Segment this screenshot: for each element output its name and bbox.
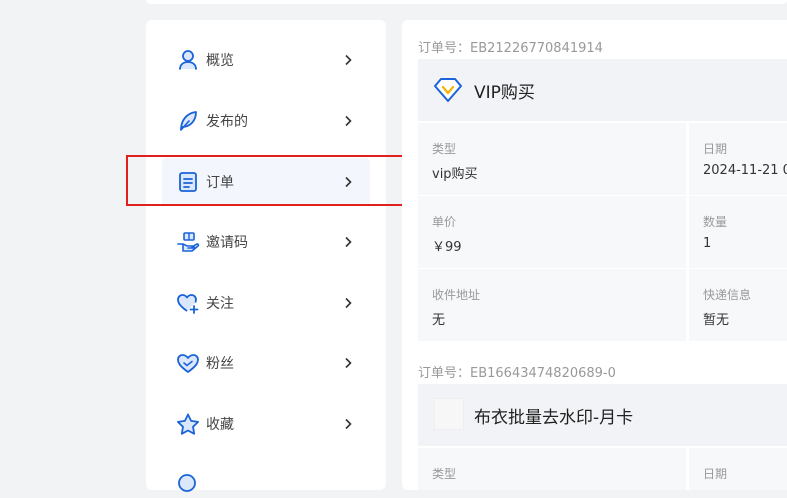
sidebar-item-label: 订单 [206, 175, 234, 191]
orders-panel: 订单号：EB21226770841914 VIP购买 类型 vip购买 日期 2… [402, 20, 787, 490]
field-value: 无 [432, 313, 446, 328]
field-value: 2024-11-21 0 [703, 163, 787, 178]
chevron-right-icon [342, 176, 354, 188]
sidebar-item-following[interactable]: 关注 [162, 279, 370, 327]
sidebar-item-label: 邀请码 [206, 235, 248, 251]
sidebar-item-label: 概览 [206, 53, 234, 69]
sidebar-item-label: 关注 [206, 296, 234, 312]
sidebar: 概览 发布的 订单 邀请码 关注 粉丝 收藏 [146, 20, 386, 492]
order-header[interactable]: VIP购买 [418, 59, 787, 121]
order-icon [176, 170, 200, 194]
heart-plus-icon [176, 291, 200, 315]
field-type: 类型 vip购买 [418, 123, 686, 195]
order-header[interactable]: 布衣批量去水印-月卡 [418, 384, 787, 446]
order-title: 布衣批量去水印-月卡 [474, 408, 634, 428]
user-icon [176, 48, 200, 72]
field-label: 快递信息 [703, 288, 752, 302]
sidebar-item-label: 收藏 [206, 417, 234, 433]
product-thumbnail [434, 398, 464, 430]
field-label: 数量 [703, 215, 728, 229]
chevron-right-icon [342, 418, 354, 430]
field-value: 1 [703, 236, 712, 251]
sidebar-item-orders[interactable]: 订单 [162, 158, 370, 206]
field-courier-info: 快递信息 暂无 [689, 269, 787, 341]
sidebar-item-overview[interactable]: 概览 [162, 36, 370, 84]
vip-diamond-icon [434, 76, 462, 104]
sidebar-item-published[interactable]: 发布的 [162, 97, 370, 145]
order-number: 订单号：EB21226770841914 [418, 41, 603, 56]
order-title: VIP购买 [474, 83, 535, 103]
field-label: 日期 [703, 467, 728, 481]
sidebar-item-label: 发布的 [206, 114, 248, 130]
field-quantity: 数量 1 [689, 196, 787, 268]
field-unit-price: 单价 ￥99 [418, 196, 686, 268]
chevron-right-icon [342, 297, 354, 309]
field-label: 收件地址 [432, 288, 481, 302]
field-date: 日期 2024-11-21 0 [689, 123, 787, 195]
field-shipping-address: 收件地址 无 [418, 269, 686, 341]
chevron-right-icon [342, 236, 354, 248]
chevron-right-icon [342, 54, 354, 66]
field-value: 暂无 [703, 313, 730, 328]
feather-icon [176, 109, 200, 133]
sidebar-item-invite-code[interactable]: 邀请码 [162, 218, 370, 266]
star-icon [176, 412, 200, 436]
field-date: 日期 [689, 448, 787, 490]
sidebar-item-favorites[interactable]: 收藏 [162, 400, 370, 448]
field-label: 日期 [703, 142, 728, 156]
order-number: 订单号：EB16643474820689-0 [418, 366, 616, 381]
sidebar-item-fans[interactable]: 粉丝 [162, 339, 370, 387]
field-label: 类型 [432, 467, 457, 481]
chevron-right-icon [342, 115, 354, 127]
chevron-right-icon [342, 357, 354, 369]
field-value: vip购买 [432, 167, 478, 182]
field-label: 类型 [432, 142, 457, 156]
field-value: ￥99 [432, 240, 462, 255]
hand-gift-icon [176, 230, 200, 254]
field-label: 单价 [432, 215, 457, 229]
top-bar-edge [146, 0, 787, 4]
sidebar-item-label: 粉丝 [206, 356, 234, 372]
heart-icon [176, 351, 200, 375]
field-type: 类型 [418, 448, 686, 490]
